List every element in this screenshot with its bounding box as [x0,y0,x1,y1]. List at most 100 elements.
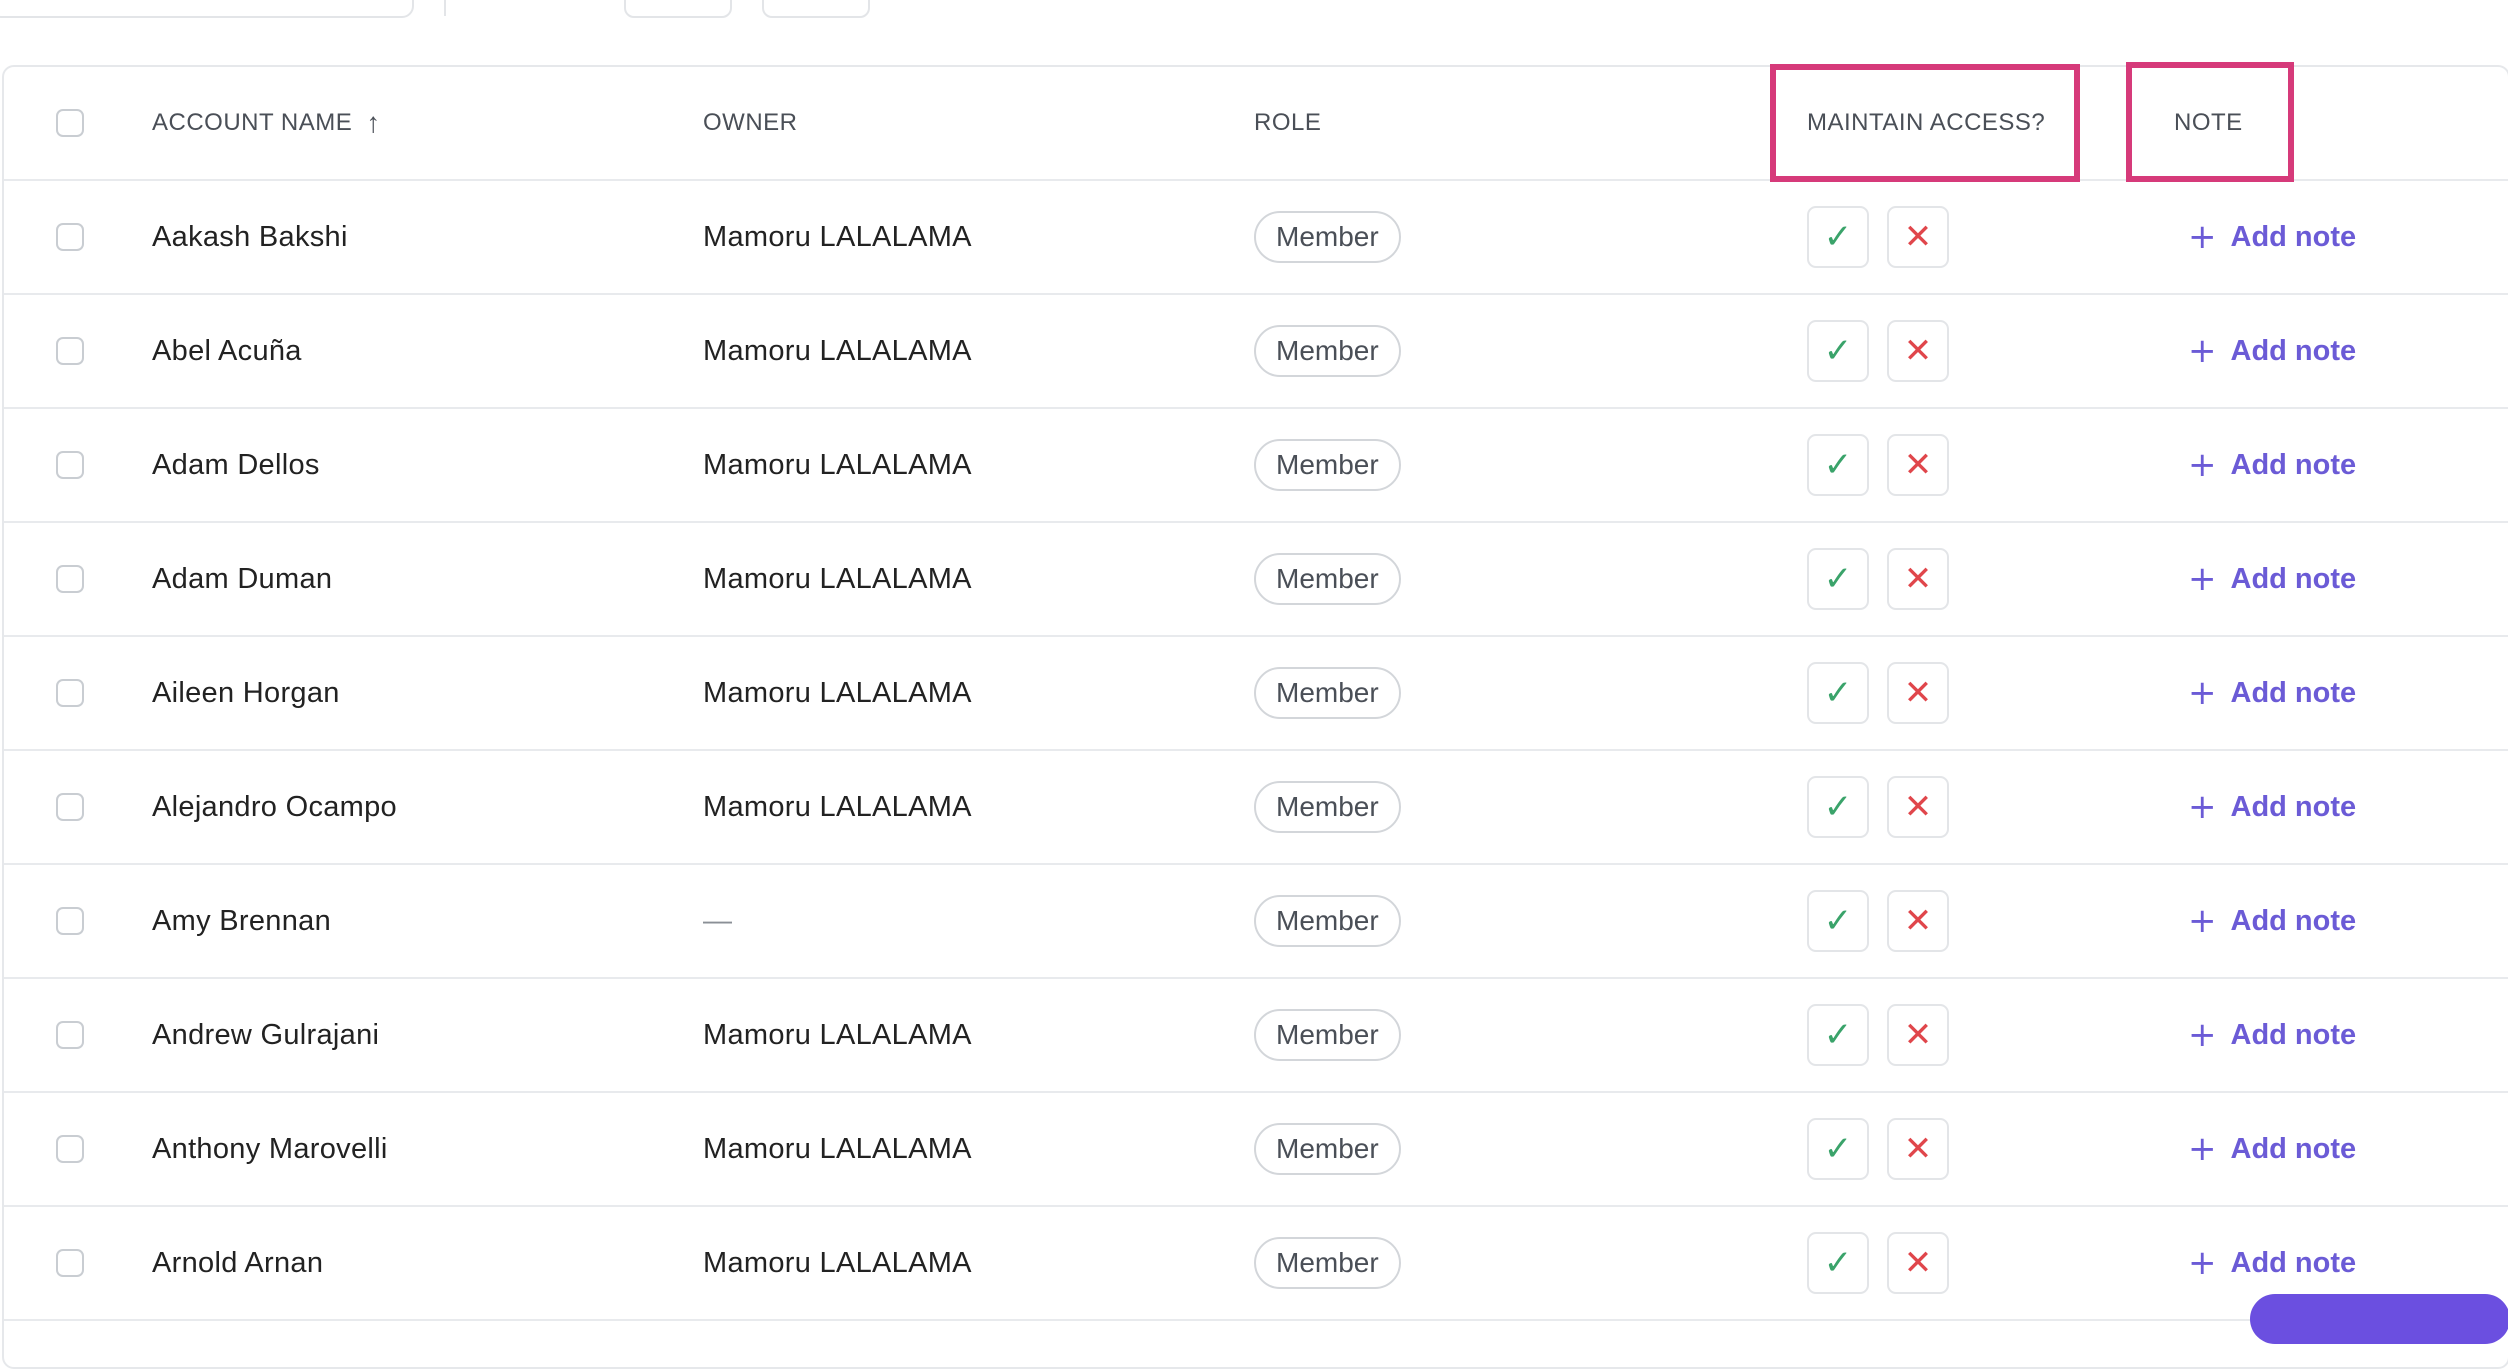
x-icon: ✕ [1903,673,1933,713]
table-row: Alejandro Ocampo Mamoru LALALAMA Member … [4,751,2508,865]
check-icon: ✓ [1823,787,1853,827]
deny-access-button[interactable]: ✕ [1887,662,1949,724]
table-header: ACCOUNT NAME ↑ OWNER ROLE MAINTAIN ACCES… [4,67,2508,181]
owner-name: Mamoru LALALAMA [703,562,972,595]
add-note-label: Add note [2230,562,2357,595]
role-badge: Member [1254,1237,1401,1289]
row-checkbox[interactable] [56,337,84,365]
check-icon: ✓ [1823,445,1853,485]
role-badge: Member [1254,1009,1401,1061]
role-badge: Member [1254,439,1401,491]
add-note-label: Add note [2230,676,2357,709]
search-input[interactable] [0,0,414,18]
deny-access-button[interactable]: ✕ [1887,320,1949,382]
add-note-button[interactable]: + Add note [2174,1012,2370,1058]
select-all-checkbox[interactable] [56,109,84,137]
deny-access-button[interactable]: ✕ [1887,548,1949,610]
add-note-button[interactable]: + Add note [2174,1126,2370,1172]
role-badge: Member [1254,325,1401,377]
approve-access-button[interactable]: ✓ [1807,890,1869,952]
row-checkbox[interactable] [56,451,84,479]
deny-access-button[interactable]: ✕ [1887,776,1949,838]
account-name: Andrew Gulrajani [152,1018,380,1051]
plus-icon: + [2188,331,2217,371]
deny-access-button[interactable]: ✕ [1887,1004,1949,1066]
role-badge: Member [1254,895,1401,947]
approve-access-button[interactable]: ✓ [1807,1004,1869,1066]
toolbar-button[interactable] [762,0,870,18]
deny-access-button[interactable]: ✕ [1887,1118,1949,1180]
add-note-button[interactable]: + Add note [2174,1240,2370,1286]
plus-icon: + [2188,787,2217,827]
account-name: Anthony Marovelli [152,1132,388,1165]
deny-access-button[interactable]: ✕ [1887,434,1949,496]
account-name: Amy Brennan [152,904,331,937]
add-note-button[interactable]: + Add note [2174,328,2370,374]
plus-icon: + [2188,1129,2217,1169]
check-icon: ✓ [1823,673,1853,713]
column-label: ACCOUNT NAME [152,109,353,136]
approve-access-button[interactable]: ✓ [1807,1232,1869,1294]
approve-access-button[interactable]: ✓ [1807,206,1869,268]
column-header-role: ROLE [1254,109,1322,136]
check-icon: ✓ [1823,559,1853,599]
x-icon: ✕ [1903,1015,1933,1055]
row-checkbox[interactable] [56,223,84,251]
role-badge: Member [1254,781,1401,833]
approve-access-button[interactable]: ✓ [1807,1118,1869,1180]
add-note-button[interactable]: + Add note [2174,898,2370,944]
row-checkbox[interactable] [56,1249,84,1277]
approve-access-button[interactable]: ✓ [1807,320,1869,382]
x-icon: ✕ [1903,217,1933,257]
primary-action-button[interactable] [2250,1294,2508,1344]
table-row: Andrew Gulrajani Mamoru LALALAMA Member … [4,979,2508,1093]
table-row: Aakash Bakshi Mamoru LALALAMA Member ✓ ✕… [4,181,2508,295]
account-name: Arnold Arnan [152,1246,324,1279]
add-note-button[interactable]: + Add note [2174,784,2370,830]
row-checkbox[interactable] [56,679,84,707]
column-header-maintain-access: MAINTAIN ACCESS? [1807,109,2046,136]
add-note-button[interactable]: + Add note [2174,442,2370,488]
table-row: Adam Duman Mamoru LALALAMA Member ✓ ✕ + … [4,523,2508,637]
add-note-button[interactable]: + Add note [2174,556,2370,602]
x-icon: ✕ [1903,331,1933,371]
row-checkbox[interactable] [56,793,84,821]
owner-name: Mamoru LALALAMA [703,448,972,481]
check-icon: ✓ [1823,1243,1853,1283]
account-name: Aakash Bakshi [152,220,348,253]
owner-name: — [703,904,733,937]
column-header-owner: OWNER [703,109,798,136]
table-row: Arnold Arnan Mamoru LALALAMA Member ✓ ✕ … [4,1207,2508,1321]
x-icon: ✕ [1903,559,1933,599]
add-note-button[interactable]: + Add note [2174,214,2370,260]
toolbar-button[interactable] [624,0,732,18]
row-checkbox[interactable] [56,565,84,593]
row-checkbox[interactable] [56,1135,84,1163]
deny-access-button[interactable]: ✕ [1887,1232,1949,1294]
add-note-label: Add note [2230,220,2357,253]
owner-name: Mamoru LALALAMA [703,790,972,823]
row-checkbox[interactable] [56,1021,84,1049]
account-name: Adam Dellos [152,448,320,481]
x-icon: ✕ [1903,445,1933,485]
plus-icon: + [2188,559,2217,599]
plus-icon: + [2188,673,2217,713]
add-note-label: Add note [2230,334,2357,367]
approve-access-button[interactable]: ✓ [1807,776,1869,838]
role-badge: Member [1254,211,1401,263]
toolbar-divider [444,0,446,16]
approve-access-button[interactable]: ✓ [1807,434,1869,496]
add-note-button[interactable]: + Add note [2174,670,2370,716]
column-header-account-name[interactable]: ACCOUNT NAME ↑ [152,109,381,137]
check-icon: ✓ [1823,1015,1853,1055]
plus-icon: + [2188,1015,2217,1055]
account-name: Adam Duman [152,562,333,595]
owner-name: Mamoru LALALAMA [703,676,972,709]
arrow-up-icon: ↑ [366,107,381,138]
add-note-label: Add note [2230,904,2357,937]
deny-access-button[interactable]: ✕ [1887,206,1949,268]
row-checkbox[interactable] [56,907,84,935]
approve-access-button[interactable]: ✓ [1807,548,1869,610]
approve-access-button[interactable]: ✓ [1807,662,1869,724]
deny-access-button[interactable]: ✕ [1887,890,1949,952]
